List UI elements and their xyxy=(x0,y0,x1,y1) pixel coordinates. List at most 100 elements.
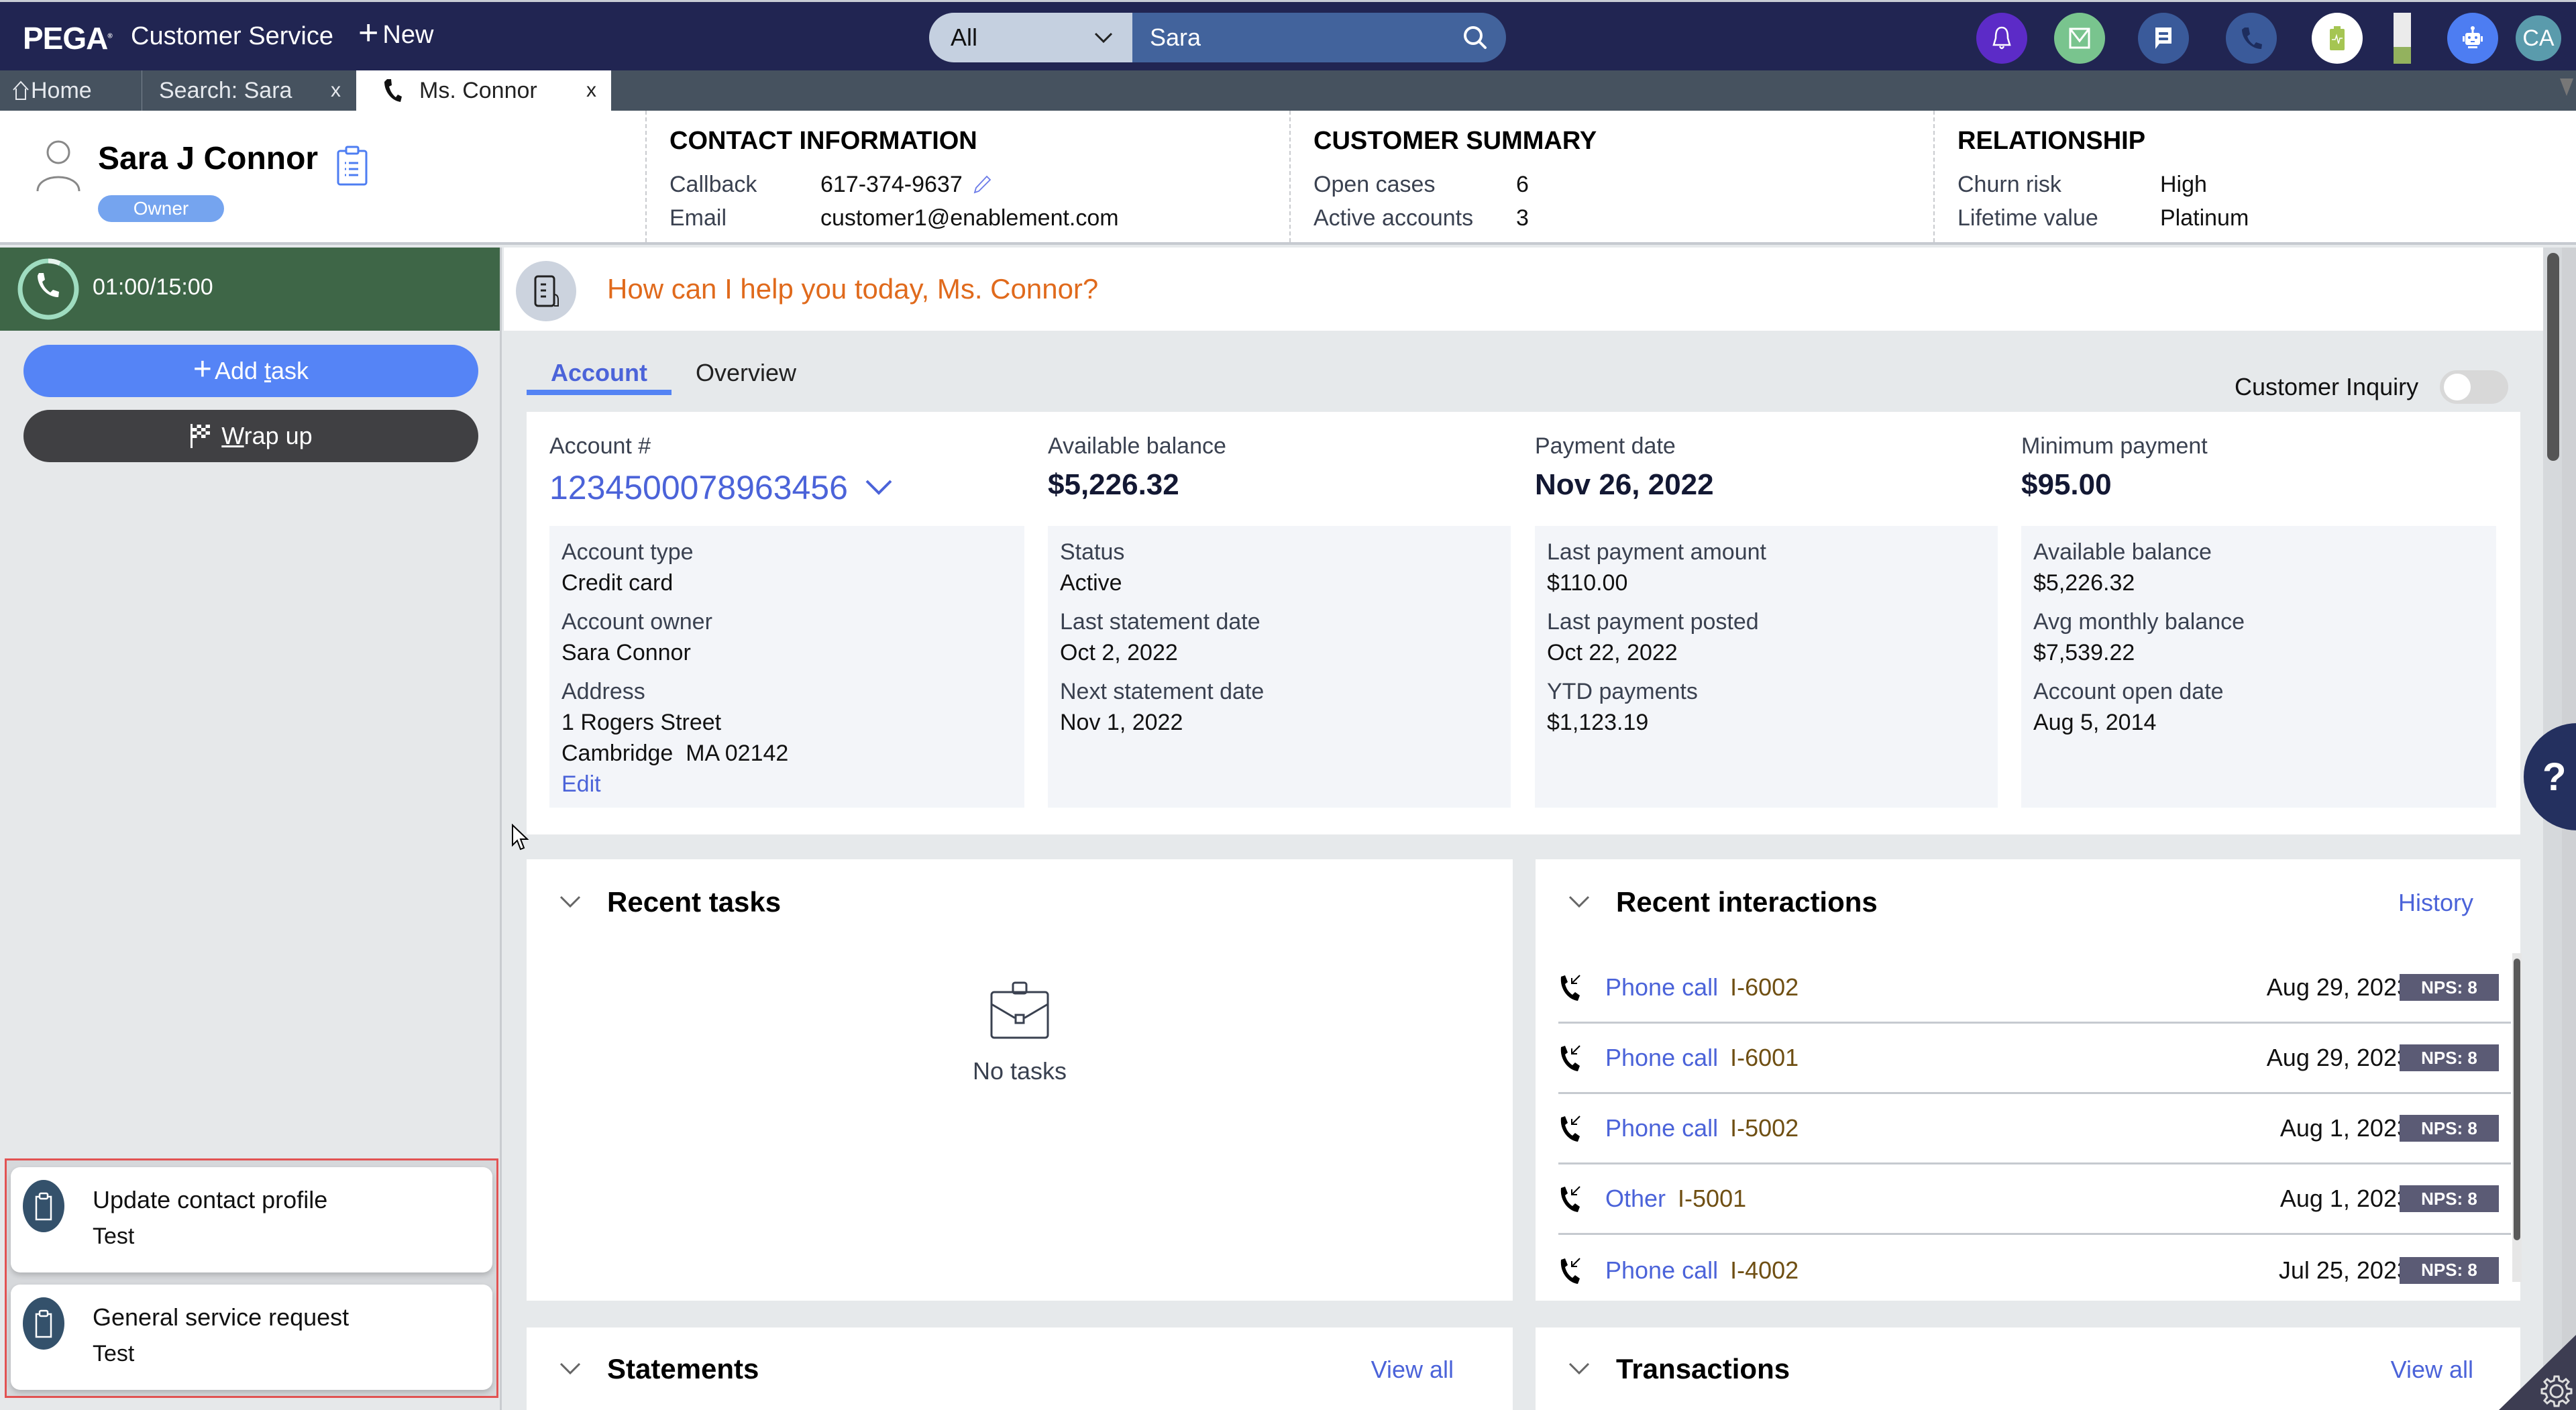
empty-state-text: No tasks xyxy=(972,1057,1067,1085)
email-button[interactable] xyxy=(2054,13,2105,64)
new-button[interactable]: + New xyxy=(358,15,434,50)
account-number-dropdown[interactable]: 1234500078963456 xyxy=(549,468,894,507)
search-scope-dropdown[interactable]: All xyxy=(929,13,1132,62)
balance-details-panel: Available balance $5,226.32 Avg monthly … xyxy=(2021,526,2496,808)
battery-health-icon xyxy=(2330,26,2345,50)
panel-header: Recent tasks xyxy=(559,886,781,918)
new-label: New xyxy=(382,20,434,49)
field-label: Minimum payment xyxy=(2021,433,2208,459)
field-label: Open cases xyxy=(1313,171,1436,197)
close-icon[interactable]: x xyxy=(586,79,596,102)
interaction-date: Aug 1, 2023 xyxy=(2279,1185,2410,1212)
chevron-down-icon xyxy=(865,480,892,495)
interaction-type-link[interactable]: Phone call xyxy=(1605,1044,1718,1072)
history-link[interactable]: History xyxy=(2398,889,2473,917)
chevron-down-icon[interactable] xyxy=(559,895,582,910)
section-title: RELATIONSHIP xyxy=(1957,127,2146,155)
interaction-id-link[interactable]: I-6001 xyxy=(1730,1044,1799,1072)
interaction-type-link[interactable]: Phone call xyxy=(1605,973,1718,1001)
tab-home[interactable]: Home xyxy=(0,70,142,111)
payment-date-value: Nov 26, 2022 xyxy=(1535,468,1714,501)
interaction-id-link[interactable]: I-4002 xyxy=(1730,1256,1799,1285)
notifications-button[interactable] xyxy=(1976,13,2027,64)
scrollbar-thumb[interactable] xyxy=(2547,253,2559,461)
mail-icon xyxy=(2069,28,2090,49)
incoming-call-icon xyxy=(1560,975,1580,1001)
battery-health-button[interactable] xyxy=(2312,13,2363,64)
search-icon[interactable] xyxy=(1462,24,1489,51)
task-card-update-contact-profile[interactable]: Update contact profile Test xyxy=(11,1167,492,1272)
settings-corner-button[interactable] xyxy=(2499,1335,2576,1410)
tab-label: Search: Sara xyxy=(159,77,292,103)
account-number: 1234500078963456 xyxy=(549,469,848,506)
checkered-flag-icon xyxy=(191,424,211,448)
tab-overflow-menu-icon[interactable] xyxy=(2560,78,2573,96)
customer-inquiry-toggle[interactable] xyxy=(2440,370,2509,404)
field-value: Credit card xyxy=(561,570,674,596)
chevron-down-icon[interactable] xyxy=(1568,895,1591,910)
tab-overview[interactable]: Overview xyxy=(672,355,820,395)
chevron-down-icon[interactable] xyxy=(1568,1362,1591,1376)
wrap-up-label: Wrap up xyxy=(221,422,313,449)
active-accounts-value: 3 xyxy=(1516,205,1529,231)
interaction-id-link[interactable]: I-5001 xyxy=(1678,1185,1746,1213)
brand-text: PEGA xyxy=(23,21,108,56)
field-value: Oct 22, 2022 xyxy=(1547,640,1678,665)
plus-icon: + xyxy=(193,351,212,387)
workspace-tab-strip: Home Search: Sara x Ms. Connor x xyxy=(0,70,2576,111)
add-task-label: Add task xyxy=(214,357,309,384)
call-progress-ring xyxy=(17,258,79,320)
interaction-id-link[interactable]: I-5002 xyxy=(1730,1114,1799,1142)
statements-view-all-link[interactable]: View all xyxy=(1371,1356,1454,1384)
search-field xyxy=(1132,13,1506,62)
recent-tasks-panel: Recent tasks No tasks xyxy=(527,859,1513,1301)
panel-header: Recent interactions xyxy=(1568,886,1878,918)
field-label: Active accounts xyxy=(1313,205,1474,231)
interaction-id-link[interactable]: I-6002 xyxy=(1730,973,1799,1001)
phone-icon xyxy=(2242,28,2262,49)
field-label: Address xyxy=(561,679,645,704)
search-input[interactable] xyxy=(1150,23,1462,52)
top-nav-bar: PEGA® Customer Service + New All Sara CA xyxy=(0,0,2576,70)
script-icon-button[interactable] xyxy=(516,261,576,321)
role-badge: Owner xyxy=(98,195,224,222)
tab-ms-connor[interactable]: Ms. Connor x xyxy=(356,70,611,111)
assistant-bot-button[interactable] xyxy=(2447,13,2498,64)
pega-logo[interactable]: PEGA® xyxy=(23,20,113,56)
task-card-general-service-request[interactable]: General service request Test xyxy=(11,1285,492,1390)
add-task-button[interactable]: + Add task xyxy=(23,345,478,397)
tab-account[interactable]: Account xyxy=(527,355,672,395)
interaction-type-link[interactable]: Phone call xyxy=(1605,1256,1718,1285)
edit-address-link[interactable]: Edit xyxy=(561,769,1012,800)
payment-details-panel: Last payment amount $110.00 Last payment… xyxy=(1535,526,1998,808)
open-cases-value: 6 xyxy=(1516,171,1529,197)
field-label: Account # xyxy=(549,433,651,459)
edit-pencil-icon[interactable] xyxy=(972,174,992,195)
nps-badge: NPS: 8 xyxy=(2400,974,2499,1001)
main-content: How can I help you today, Ms. Connor? Ac… xyxy=(504,248,2543,1410)
user-avatar[interactable]: CA xyxy=(2516,15,2561,61)
open-tasks-tray: Update contact profile Test General serv… xyxy=(5,1158,498,1398)
chat-button[interactable] xyxy=(2138,13,2189,64)
tab-search-sara[interactable]: Search: Sara x xyxy=(143,70,356,111)
interaction-type-link[interactable]: Other xyxy=(1605,1185,1666,1213)
transactions-view-all-link[interactable]: View all xyxy=(2391,1356,2473,1384)
phone-button[interactable] xyxy=(2226,13,2277,64)
greeting-bar: How can I help you today, Ms. Connor? xyxy=(504,248,2543,331)
interaction-type-link[interactable]: Phone call xyxy=(1605,1114,1718,1142)
home-icon xyxy=(13,80,29,100)
clipboard-icon[interactable] xyxy=(335,146,369,186)
customer-header: Sara J Connor Owner CONTACT INFORMATION … xyxy=(0,111,2576,245)
statements-panel: Statements View all xyxy=(527,1327,1513,1410)
wrap-up-button[interactable]: Wrap up xyxy=(23,410,478,462)
interaction-row: Phone call I-6001 Aug 29, 2023 NPS: 8 xyxy=(1558,1024,2511,1094)
field-value: Sara Connor xyxy=(561,640,691,665)
task-subtitle: Test xyxy=(93,1224,135,1249)
interactions-scrollbar[interactable] xyxy=(2512,953,2522,1282)
chevron-down-icon[interactable] xyxy=(559,1362,582,1376)
scrollbar-thumb[interactable] xyxy=(2514,959,2520,1240)
field-value: $5,226.32 xyxy=(2033,570,2135,596)
field-label: Last statement date xyxy=(1060,609,1260,635)
close-icon[interactable]: x xyxy=(331,79,341,102)
statement-details-panel: Status Active Last statement date Oct 2,… xyxy=(1048,526,1511,808)
